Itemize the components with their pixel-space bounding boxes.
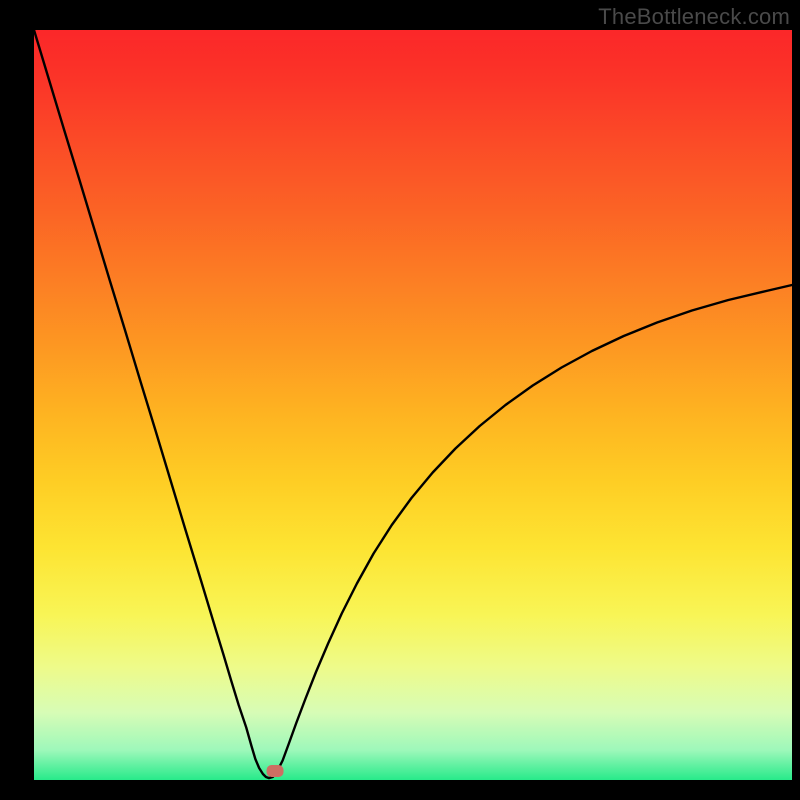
optimal-marker [267, 765, 284, 777]
chart-frame: TheBottleneck.com [0, 0, 800, 800]
bottleneck-chart [0, 0, 800, 800]
watermark-text: TheBottleneck.com [598, 4, 790, 30]
